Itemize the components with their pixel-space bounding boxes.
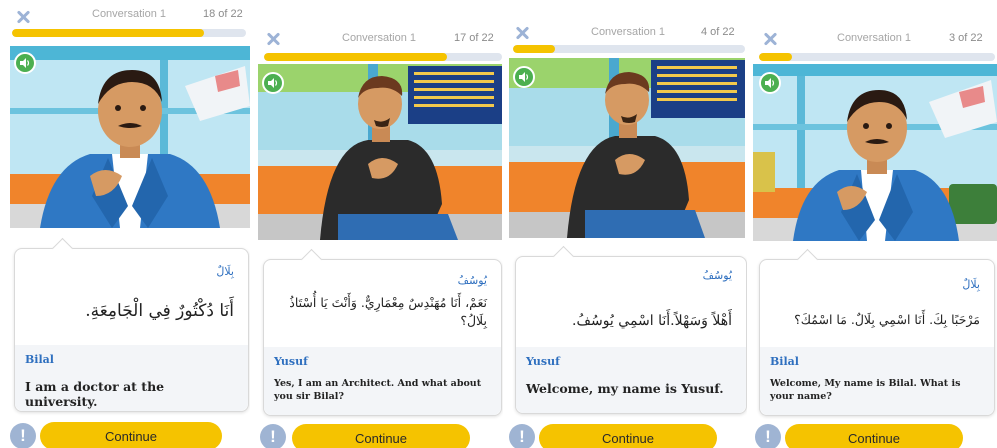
close-icon[interactable] <box>515 26 529 40</box>
translation-section: Yusuf Welcome, my name is Yusuf. <box>516 347 746 413</box>
close-icon[interactable] <box>763 32 777 46</box>
yusuf-airport-illustration <box>509 58 745 238</box>
dialogue-card: يُوسُفُ أَهْلاً وَسَهْلاً.أَنَا اسْمِي ي… <box>515 245 747 414</box>
arabic-sentence: نَعَمْ، أَنَا مُهَنْدِسٌ مِعْمَارِيٌّ. و… <box>289 295 487 328</box>
progress-fill <box>759 53 793 61</box>
english-translation: Yes, I am an Architect. And what about y… <box>274 378 482 402</box>
speech-pointer <box>51 237 74 260</box>
scene-illustration <box>509 58 745 238</box>
progress-bar <box>264 53 502 61</box>
continue-button[interactable]: Continue <box>292 424 470 448</box>
english-speaker-name: Yusuf <box>526 355 560 368</box>
arabic-sentence: أَهْلاً وَسَهْلاً.أَنَا اسْمِي يُوسُفُ. <box>572 313 732 329</box>
arabic-speaker-name: بِلَالٌ <box>216 265 234 278</box>
conversation-label: Conversation 1 <box>837 32 911 44</box>
conversation-label: Conversation 1 <box>92 8 166 20</box>
speech-pointer <box>300 248 323 271</box>
continue-button[interactable]: Continue <box>539 424 717 448</box>
translation-section: Bilal I am a doctor at the university. <box>15 345 248 411</box>
audio-button[interactable] <box>759 72 781 94</box>
speaker-icon <box>20 58 30 68</box>
english-speaker-name: Bilal <box>25 353 54 366</box>
hint-button[interactable]: ! <box>10 423 36 448</box>
progress-counter: 17 of 22 <box>454 32 494 44</box>
progress-fill <box>264 53 448 61</box>
progress-bar <box>513 45 745 53</box>
speech-pointer <box>796 248 819 271</box>
progress-counter: 3 of 22 <box>949 32 983 44</box>
progress-counter: 18 of 22 <box>203 8 243 20</box>
yusuf-airport-illustration <box>258 64 502 240</box>
progress-counter: 4 of 22 <box>701 26 735 38</box>
scene-illustration <box>753 64 997 241</box>
conversation-label: Conversation 1 <box>591 26 665 38</box>
audio-button[interactable] <box>14 52 36 74</box>
translation-section: Yusuf Yes, I am an Architect. And what a… <box>264 347 501 415</box>
arabic-sentence: أَنَا دُكْتُورٌ فِي الْجَامِعَةِ. <box>85 301 234 321</box>
speech-pointer <box>552 245 575 268</box>
lesson-screen-3: Conversation 1 4 of 22 يُوسُفُ أَهْلاً و… <box>505 0 747 448</box>
hint-button[interactable]: ! <box>755 424 781 448</box>
arabic-speaker-name: يُوسُفُ <box>702 269 732 282</box>
speaker-icon <box>519 72 529 82</box>
translation-section: Bilal Welcome, My name is Bilal. What is… <box>760 347 994 415</box>
continue-button[interactable]: Continue <box>40 422 222 448</box>
continue-button[interactable]: Continue <box>785 424 963 448</box>
english-translation: Welcome, my name is Yusuf. <box>526 381 724 396</box>
close-icon[interactable] <box>266 32 280 46</box>
bilal-airport-illustration <box>10 46 250 228</box>
arabic-speaker-name: يُوسُفُ <box>457 274 487 287</box>
lesson-screen-4: Conversation 1 3 of 22 بِلَالٌ مَرْحَبًا… <box>749 0 997 448</box>
progress-fill <box>12 29 204 37</box>
close-icon[interactable] <box>16 10 30 24</box>
scene-illustration <box>258 64 502 240</box>
dialogue-card: يُوسُفُ نَعَمْ، أَنَا مُهَنْدِسٌ مِعْمَا… <box>263 248 502 416</box>
bilal-airport-illustration <box>753 64 997 241</box>
scene-illustration <box>10 46 250 228</box>
hint-button[interactable]: ! <box>260 424 286 448</box>
arabic-speaker-name: بِلَالٌ <box>962 278 980 291</box>
english-speaker-name: Yusuf <box>274 355 308 368</box>
hint-button[interactable]: ! <box>509 424 535 448</box>
arabic-sentence: مَرْحَبًا بِكَ. أَنَا اسْمِي بِلَالٌ. مَ… <box>794 312 980 327</box>
audio-button[interactable] <box>513 66 535 88</box>
conversation-label: Conversation 1 <box>342 32 416 44</box>
dialogue-card: بِلَالٌ مَرْحَبًا بِكَ. أَنَا اسْمِي بِل… <box>759 248 995 416</box>
english-speaker-name: Bilal <box>770 355 799 368</box>
lesson-screen-1: Conversation 1 18 of 22 بِلَالٌ أَنَا دُ… <box>0 0 250 448</box>
dialogue-card: بِلَالٌ أَنَا دُكْتُورٌ فِي الْجَامِعَةِ… <box>14 237 249 412</box>
lesson-screen-2: Conversation 1 17 of 22 يُوسُفُ نَعَمْ، … <box>252 0 503 448</box>
speaker-icon <box>268 78 278 88</box>
progress-fill <box>513 45 555 53</box>
speaker-icon <box>765 78 775 88</box>
progress-bar <box>12 29 246 37</box>
audio-button[interactable] <box>262 72 284 94</box>
progress-bar <box>759 53 995 61</box>
english-translation: I am a doctor at the university. <box>25 379 165 409</box>
english-translation: Welcome, My name is Bilal. What is your … <box>770 378 961 402</box>
